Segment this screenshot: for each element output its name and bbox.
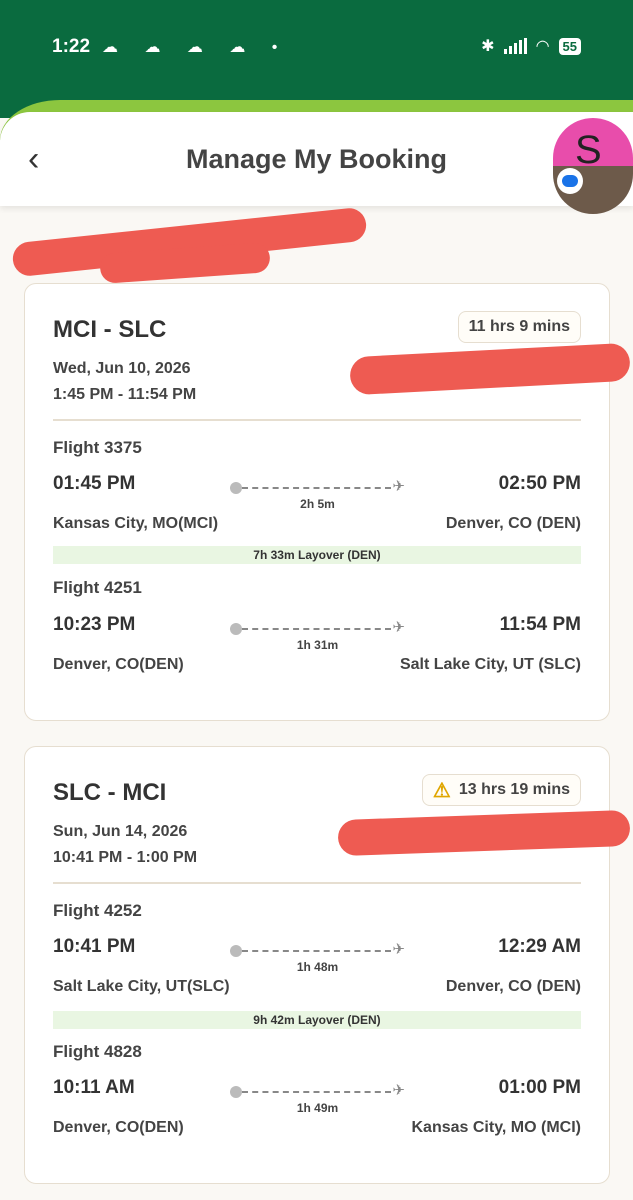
duration-text: 11 hrs 9 mins — [468, 318, 570, 335]
layover-banner: 9h 42m Layover (DEN) — [53, 1011, 581, 1029]
departure-time: 10:41 PM — [53, 936, 136, 957]
plane-icon: ✈ — [392, 941, 405, 958]
card-route: MCI - SLC — [53, 316, 167, 343]
divider — [53, 882, 581, 884]
flight-number: Flight 4252 — [53, 901, 142, 920]
divider — [53, 419, 581, 421]
flight-path: ✈ — [230, 478, 405, 495]
departure-time: 10:23 PM — [53, 614, 136, 635]
booking-card[interactable]: SLC - MCI ⚠ 13 hrs 19 mins Sun, Jun 14, … — [24, 746, 610, 1184]
departure-city: Salt Lake City, UT(SLC) — [53, 978, 230, 995]
arrival-time: 12:29 AM — [498, 936, 581, 957]
leg-duration: 1h 48m — [296, 960, 339, 974]
battery-icon: 55 — [558, 37, 581, 55]
origin-dot-icon — [230, 482, 242, 494]
flight-path: ✈ — [230, 619, 405, 636]
leg-duration: 1h 31m — [296, 638, 339, 652]
flight-path: ✈ — [230, 941, 405, 958]
chat-head-avatar[interactable]: S — [553, 118, 633, 214]
dashed-route-line — [242, 487, 391, 489]
notification-icons: ☁ ☁ ☁ ☁ • — [102, 39, 289, 56]
plane-icon: ✈ — [392, 1082, 405, 1099]
trip-date: Wed, Jun 10, 2026 — [53, 360, 191, 377]
arrival-city: Salt Lake City, UT (SLC) — [399, 656, 581, 673]
origin-dot-icon — [230, 945, 242, 957]
signal-icon — [503, 38, 527, 54]
departure-time: 01:45 PM — [53, 473, 136, 494]
app-header: ‹ Manage My Booking — [0, 112, 633, 206]
arrival-city: Denver, CO (DEN) — [445, 515, 581, 532]
flight-number: Flight 3375 — [53, 438, 142, 457]
arrival-time: 01:00 PM — [498, 1077, 581, 1098]
message-badge-icon — [557, 168, 583, 194]
duration-text: 13 hrs 19 mins — [458, 781, 570, 798]
plane-icon: ✈ — [392, 619, 405, 636]
dashed-route-line — [242, 1091, 391, 1093]
arrival-time: 02:50 PM — [498, 473, 581, 494]
card-route: SLC - MCI — [53, 779, 167, 806]
plane-icon: ✈ — [392, 478, 405, 495]
leg-duration: 1h 49m — [296, 1101, 339, 1115]
departure-city: Denver, CO(DEN) — [53, 656, 184, 673]
trip-time-range: 10:41 PM - 1:00 PM — [53, 849, 198, 866]
status-time: 1:22 — [52, 36, 91, 57]
warning-icon: ⚠ — [432, 779, 451, 802]
arrival-city: Kansas City, MO (MCI) — [411, 1119, 582, 1136]
leg-duration: 2h 5m — [300, 497, 335, 511]
page-title: Manage My Booking — [185, 144, 448, 174]
wifi-icon: ◠ — [535, 38, 550, 55]
arrival-city: Denver, CO (DEN) — [445, 978, 581, 995]
trip-date: Sun, Jun 14, 2026 — [53, 823, 188, 840]
departure-time: 10:11 AM — [53, 1077, 135, 1098]
system-icons: ✱ ◠ 55 — [481, 36, 581, 56]
avatar-letter: S — [575, 128, 602, 172]
flight-number: Flight 4828 — [53, 1042, 142, 1061]
departure-city: Kansas City, MO(MCI) — [53, 515, 219, 532]
flight-number: Flight 4251 — [53, 578, 142, 597]
trip-time-range: 1:45 PM - 11:54 PM — [53, 386, 197, 403]
origin-dot-icon — [230, 623, 242, 635]
bluetooth-icon: ✱ — [481, 38, 495, 55]
total-duration-badge: ⚠ 13 hrs 19 mins — [421, 774, 581, 806]
layover-banner: 7h 33m Layover (DEN) — [53, 546, 581, 564]
departure-city: Denver, CO(DEN) — [53, 1119, 184, 1136]
flight-path: ✈ — [230, 1082, 405, 1099]
origin-dot-icon — [230, 1086, 242, 1098]
total-duration-badge: 11 hrs 9 mins — [457, 311, 581, 343]
arrival-time: 11:54 PM — [499, 614, 581, 635]
dashed-route-line — [242, 628, 391, 630]
dashed-route-line — [242, 950, 391, 952]
